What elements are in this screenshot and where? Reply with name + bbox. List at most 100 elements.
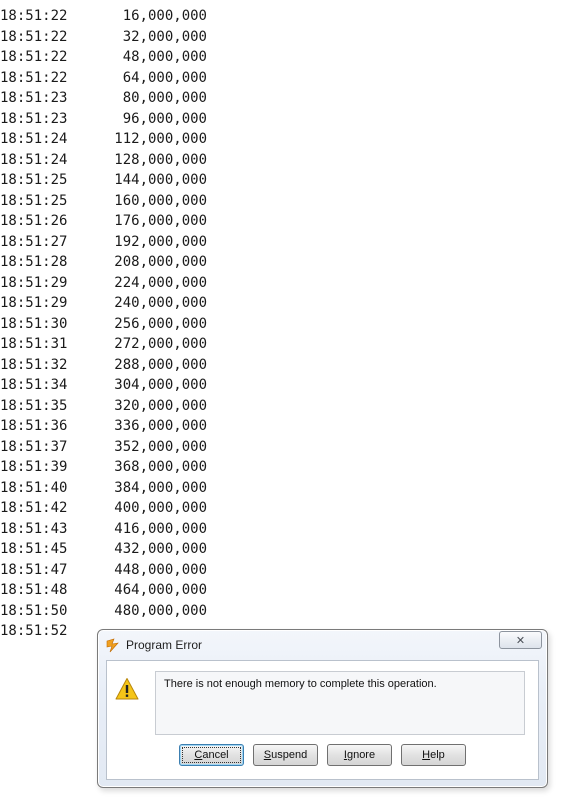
- log-row: 18:51:45 432,000,000: [0, 539, 207, 560]
- log-row: 18:51:34 304,000,000: [0, 375, 207, 396]
- warning-icon: [115, 677, 139, 701]
- program-error-dialog: Program Error ✕ There is not enough memo…: [97, 629, 548, 788]
- log-row: 18:51:25 160,000,000: [0, 191, 207, 212]
- log-value: 272,000,000: [114, 336, 207, 352]
- log-timestamp: 18:51:40: [0, 479, 68, 496]
- log-row: 18:51:29 240,000,000: [0, 293, 207, 314]
- log-timestamp: 18:51:30: [0, 315, 68, 332]
- log-timestamp: 18:51:22: [0, 28, 68, 45]
- log-value: 48,000,000: [122, 49, 207, 65]
- close-icon: ✕: [515, 634, 526, 647]
- log-row: 18:51:23 96,000,000: [0, 109, 207, 130]
- log-timestamp: 18:51:50: [0, 602, 68, 619]
- close-button[interactable]: ✕: [499, 631, 542, 649]
- cancel-button[interactable]: Cancel: [179, 744, 244, 766]
- help-label-rest: elp: [430, 749, 445, 761]
- log-value: 368,000,000: [114, 459, 207, 475]
- log-row: 18:51:40 384,000,000: [0, 478, 207, 499]
- suspend-button[interactable]: Suspend: [253, 744, 318, 766]
- app-lightning-icon: [106, 637, 122, 653]
- log-row: 18:51:28 208,000,000: [0, 252, 207, 273]
- log-row: 18:51:22 48,000,000: [0, 47, 207, 68]
- log-value: 352,000,000: [114, 438, 207, 455]
- dialog-title: Program Error: [126, 638, 203, 652]
- log-row: 18:51:37 352,000,000: [0, 437, 207, 458]
- log-value: 160,000,000: [114, 192, 207, 209]
- log-row: 18:51:30 256,000,000: [0, 314, 207, 335]
- log-timestamp: 18:51:42: [0, 500, 68, 516]
- log-timestamp: 18:51:24: [0, 131, 68, 147]
- log-row: 18:51:22 32,000,000: [0, 27, 207, 48]
- log-value: 336,000,000: [114, 418, 207, 434]
- log-timestamp: 18:51:24: [0, 151, 68, 168]
- log-timestamp: 18:51:35: [0, 397, 68, 414]
- log-value: 320,000,000: [114, 397, 207, 414]
- log-timestamp: 18:51:29: [0, 274, 68, 291]
- log-value: 80,000,000: [122, 90, 207, 106]
- log-timestamp: 18:51:25: [0, 172, 68, 188]
- log-row: 18:51:24 128,000,000: [0, 150, 207, 171]
- log-row: 18:51:47 448,000,000: [0, 560, 207, 581]
- help-button[interactable]: Help: [401, 744, 466, 766]
- log-timestamp: 18:51:37: [0, 438, 68, 455]
- log-value: 384,000,000: [114, 479, 207, 496]
- log-row: 18:51:25 144,000,000: [0, 170, 207, 191]
- log-row: 18:51:22 64,000,000: [0, 68, 207, 89]
- log-row: 18:51:39 368,000,000: [0, 457, 207, 478]
- log-row: 18:51:27 192,000,000: [0, 232, 207, 253]
- dialog-body: There is not enough memory to complete t…: [106, 660, 539, 780]
- log-value: 400,000,000: [114, 500, 207, 516]
- log-value: 112,000,000: [114, 131, 207, 147]
- log-value: 448,000,000: [114, 561, 207, 578]
- log-value: 192,000,000: [114, 233, 207, 250]
- log-timestamp: 18:51:25: [0, 192, 68, 209]
- log-value: 16,000,000: [122, 8, 207, 24]
- log-timestamp: 18:51:26: [0, 213, 68, 229]
- console-log: 18:51:22 16,000,000 18:51:22 32,000,000 18:5…: [0, 6, 207, 642]
- log-timestamp: 18:51:22: [0, 49, 68, 65]
- log-value: 224,000,000: [114, 274, 207, 291]
- log-timestamp: 18:51:22: [0, 69, 68, 86]
- log-timestamp: 18:51:23: [0, 110, 68, 127]
- log-row: 18:51:32 288,000,000: [0, 355, 207, 376]
- log-timestamp: 18:51:39: [0, 459, 68, 475]
- log-timestamp: 18:51:32: [0, 356, 68, 373]
- log-value: 304,000,000: [114, 377, 207, 393]
- log-row: 18:51:22 16,000,000: [0, 6, 207, 27]
- log-row: 18:51:31 272,000,000: [0, 334, 207, 355]
- error-message: There is not enough memory to complete t…: [155, 671, 525, 735]
- log-value: 288,000,000: [114, 356, 207, 373]
- log-timestamp: 18:51:29: [0, 295, 68, 311]
- suspend-access-key: S: [263, 749, 272, 761]
- help-access-key: H: [422, 749, 431, 761]
- log-value: 432,000,000: [114, 541, 207, 557]
- log-value: 464,000,000: [114, 582, 207, 598]
- log-value: 480,000,000: [114, 602, 207, 619]
- log-value: 256,000,000: [114, 315, 207, 332]
- log-value: 128,000,000: [114, 151, 207, 168]
- log-timestamp: 18:51:28: [0, 254, 68, 270]
- suspend-label-rest: uspend: [271, 749, 308, 761]
- log-timestamp: 18:51:34: [0, 377, 68, 393]
- ignore-label-rest: gnore: [346, 749, 376, 761]
- log-row: 18:51:36 336,000,000: [0, 416, 207, 437]
- ignore-button[interactable]: Ignore: [327, 744, 392, 766]
- log-row: 18:51:35 320,000,000: [0, 396, 207, 417]
- dialog-titlebar[interactable]: Program Error ✕: [98, 630, 547, 660]
- cancel-label-rest: ancel: [202, 749, 229, 761]
- log-value: 240,000,000: [114, 295, 207, 311]
- log-row: 18:51:43 416,000,000: [0, 519, 207, 540]
- log-timestamp: 18:51:48: [0, 582, 68, 598]
- log-timestamp: 18:51:36: [0, 418, 68, 434]
- log-row: 18:51:48 464,000,000: [0, 580, 207, 601]
- log-row: 18:51:29 224,000,000: [0, 273, 207, 294]
- log-timestamp: 18:51:45: [0, 541, 68, 557]
- log-value: 96,000,000: [122, 110, 207, 127]
- log-timestamp: 18:51:22: [0, 8, 68, 24]
- dialog-button-row: Cancel Suspend Ignore Help: [179, 744, 466, 766]
- log-value: 208,000,000: [114, 254, 207, 270]
- log-value: 176,000,000: [114, 213, 207, 229]
- log-row: 18:51:50 480,000,000: [0, 601, 207, 622]
- log-value: 416,000,000: [114, 520, 207, 537]
- log-row: 18:51:23 80,000,000: [0, 88, 207, 109]
